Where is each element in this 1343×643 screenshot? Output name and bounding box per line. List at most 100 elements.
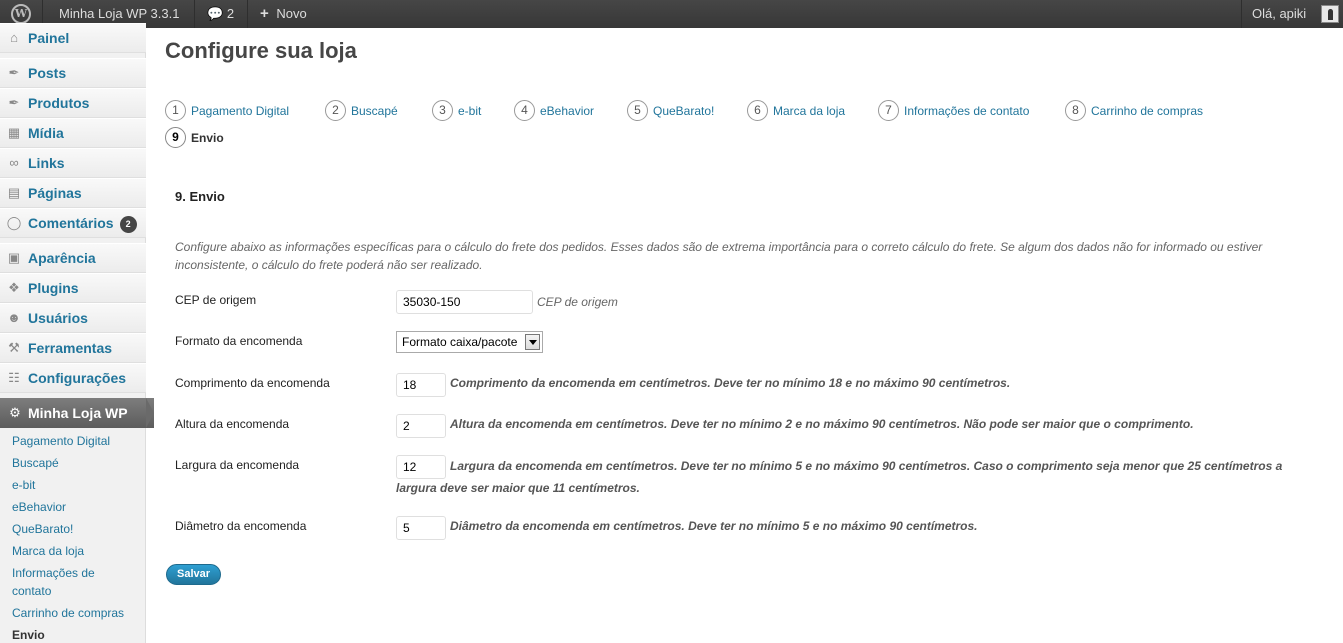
largura-label: Largura da encomenda xyxy=(175,458,300,472)
gear-icon: ⚙ xyxy=(9,405,21,420)
settings-icon: ☷ xyxy=(8,370,20,385)
admin-bar: W Minha Loja WP 3.3.1 💬 2 + Novo Olá, ap… xyxy=(0,0,1343,28)
step-7[interactable]: 7 Informações de contato xyxy=(878,100,1030,121)
step-9[interactable]: 9 Envio xyxy=(165,127,224,148)
menu-item-produtos[interactable]: ✒ Produtos xyxy=(0,88,146,118)
menu-item-paginas[interactable]: ▤ Páginas xyxy=(0,178,146,208)
diametro-input[interactable]: 5 xyxy=(396,516,446,540)
new-content-link[interactable]: + Novo xyxy=(260,0,307,28)
comprimento-label: Comprimento da encomenda xyxy=(175,376,330,390)
step-1[interactable]: 1 Pagamento Digital xyxy=(165,100,289,121)
section-description: Configure abaixo as informações específi… xyxy=(175,240,1263,272)
submenu-item-informacoes-de-contato[interactable]: Informações de contato xyxy=(12,564,132,600)
save-button[interactable]: Salvar xyxy=(166,564,221,585)
step-label: eBehavior xyxy=(540,103,595,118)
step-number: 4 xyxy=(514,100,535,121)
step-label: Buscapé xyxy=(351,103,398,118)
formato-selected-value: Formato caixa/pacote xyxy=(402,335,518,349)
menu-item-painel[interactable]: ⌂ Painel xyxy=(0,23,146,53)
menu-label: Produtos xyxy=(28,95,90,111)
tools-icon: ⚒ xyxy=(8,340,20,355)
menu-item-posts[interactable]: ✒ Posts xyxy=(0,58,146,88)
greeting: Olá, apiki xyxy=(1252,6,1307,21)
step-2[interactable]: 2 Buscapé xyxy=(325,100,398,121)
submenu-item-ebehavior[interactable]: eBehavior xyxy=(12,498,132,516)
comprimento-description: Comprimento da encomenda em centímetros.… xyxy=(450,376,1011,390)
submenu-item-carrinho-de-compras[interactable]: Carrinho de compras xyxy=(12,604,132,622)
wordpress-logo-icon[interactable]: W xyxy=(11,4,31,24)
menu-label: Aparência xyxy=(28,250,96,266)
comments-count: 2 xyxy=(226,6,235,21)
altura-description: Altura da encomenda em centímetros. Deve… xyxy=(450,417,1194,431)
menu-label: Páginas xyxy=(28,185,82,201)
pin-icon: ✒ xyxy=(8,95,20,110)
step-number: 6 xyxy=(747,100,768,121)
pages-icon: ▤ xyxy=(7,185,21,200)
altura-input[interactable]: 2 xyxy=(396,414,446,438)
menu-item-links[interactable]: ∞ Links xyxy=(0,148,146,178)
cep-input[interactable]: 35030-150 xyxy=(396,290,533,314)
diametro-description: Diâmetro da encomenda em centímetros. De… xyxy=(450,519,978,533)
comment-icon: 💬 xyxy=(207,6,224,21)
my-account-link[interactable]: Olá, apiki xyxy=(1252,0,1306,28)
submenu-item-marca-da-loja[interactable]: Marca da loja xyxy=(12,542,132,560)
cep-note: CEP de origem xyxy=(537,295,618,309)
formato-select[interactable]: Formato caixa/pacote xyxy=(396,331,543,353)
step-number: 7 xyxy=(878,100,899,121)
comprimento-input[interactable]: 18 xyxy=(396,373,446,397)
plugin-icon: ❖ xyxy=(8,280,20,295)
step-label: Informações de contato xyxy=(904,103,1030,118)
menu-item-comentarios[interactable]: ◯ Comentários 2 xyxy=(0,208,146,238)
step-label: e-bit xyxy=(458,103,482,118)
comments-link[interactable]: 💬 2 xyxy=(207,0,234,28)
step-6[interactable]: 6 Marca da loja xyxy=(747,100,845,121)
comment-icon: ◯ xyxy=(6,215,22,230)
step-label: Envio xyxy=(191,130,224,145)
cep-label: CEP de origem xyxy=(175,293,257,307)
pin-icon: ✒ xyxy=(8,65,20,80)
step-number: 3 xyxy=(432,100,453,121)
users-icon: ☻ xyxy=(7,310,21,325)
dashboard-icon: ⌂ xyxy=(10,30,18,45)
menu-label: Plugins xyxy=(28,280,79,296)
step-5[interactable]: 5 QueBarato! xyxy=(627,100,715,121)
submenu-item-pagamento-digital[interactable]: Pagamento Digital xyxy=(12,432,132,450)
submenu-item-quebarato[interactable]: QueBarato! xyxy=(12,520,132,538)
step-8[interactable]: 8 Carrinho de compras xyxy=(1065,100,1204,121)
submenu-item-buscape[interactable]: Buscapé xyxy=(12,454,132,472)
diametro-label: Diâmetro da encomenda xyxy=(175,519,307,533)
step-number: 9 xyxy=(165,127,186,148)
step-label: Carrinho de compras xyxy=(1091,103,1204,118)
largura-description-line1: Largura da encomenda em centímetros. Dev… xyxy=(450,459,1283,473)
menu-label: Usuários xyxy=(28,310,88,326)
step-number: 5 xyxy=(627,100,648,121)
menu-label: Links xyxy=(28,155,65,171)
chevron-down-icon xyxy=(525,334,540,350)
step-4[interactable]: 4 eBehavior xyxy=(514,100,595,121)
menu-item-plugins[interactable]: ❖ Plugins xyxy=(0,273,146,303)
menu-item-midia[interactable]: ▦ Mídia xyxy=(0,118,146,148)
separator xyxy=(194,0,195,28)
menu-item-usuarios[interactable]: ☻ Usuários xyxy=(0,303,146,333)
menu-item-aparencia[interactable]: ▣ Aparência xyxy=(0,243,146,273)
admin-sidebar: ⌂ Painel ✒ Posts ✒ Produtos ▦ Mídia ∞ Li… xyxy=(0,23,154,643)
altura-label: Altura da encomenda xyxy=(175,417,290,431)
menu-item-minha-loja-wp[interactable]: ⚙ Minha Loja WP xyxy=(0,398,154,428)
media-icon: ▦ xyxy=(7,125,21,140)
page-title: Configure sua loja xyxy=(165,38,357,63)
formato-label: Formato da encomenda xyxy=(175,334,303,348)
menu-label: Minha Loja WP xyxy=(28,405,128,421)
menu-item-ferramentas[interactable]: ⚒ Ferramentas xyxy=(0,333,146,363)
menu-label: Ferramentas xyxy=(28,340,113,356)
separator xyxy=(247,0,248,28)
menu-item-configuracoes[interactable]: ☷ Configurações xyxy=(0,363,146,393)
step-3[interactable]: 3 e-bit xyxy=(432,100,482,121)
avatar[interactable] xyxy=(1321,5,1339,23)
step-label: QueBarato! xyxy=(653,103,715,118)
section-title: 9. Envio xyxy=(175,189,225,204)
menu-label: Painel xyxy=(28,30,70,46)
submenu-item-envio[interactable]: Envio xyxy=(12,626,132,643)
new-label: Novo xyxy=(276,6,307,21)
largura-input[interactable]: 12 xyxy=(396,455,446,479)
submenu-item-ebit[interactable]: e-bit xyxy=(12,476,132,494)
